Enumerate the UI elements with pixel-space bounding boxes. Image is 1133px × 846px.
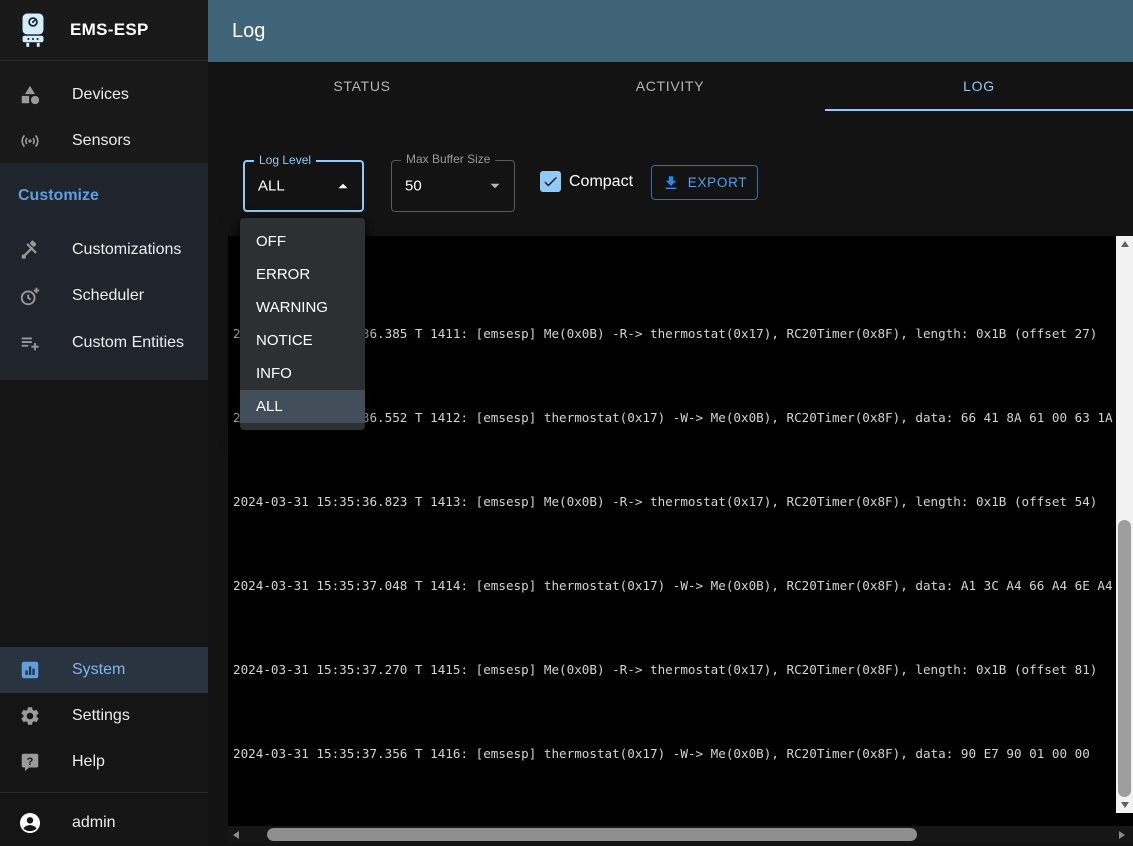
sidebar-item-label: Help [72, 753, 105, 771]
sidebar-item-custom-entities[interactable]: Custom Entities [0, 320, 208, 366]
main-content: STATUS ACTIVITY LOG Log Level ALL Max Bu… [208, 62, 1133, 846]
active-tab-indicator [825, 109, 1133, 111]
log-line: 2024-03-31 15:35:37.270 T 1415: [emsesp]… [233, 659, 1116, 680]
compact-checkbox[interactable] [540, 171, 561, 192]
log-line: 2024-03-31 15:35:37.356 T 1416: [emsesp]… [233, 743, 1116, 764]
sidebar-item-scheduler[interactable]: Scheduler [0, 273, 208, 319]
help-bubble-icon: ? [18, 750, 42, 774]
log-line: 2024-03-31 15:35:36.385 T 1411: [emsesp]… [233, 323, 1116, 344]
compact-checkbox-label[interactable]: Compact [569, 171, 633, 192]
export-button[interactable]: EXPORT [651, 165, 758, 200]
construction-icon [18, 238, 42, 262]
sidebar-item-label: Scheduler [72, 287, 144, 305]
sidebar-item-label: Devices [72, 86, 129, 104]
sidebar-item-label: Settings [72, 707, 130, 725]
gear-icon [18, 704, 42, 728]
scroll-down-arrow-icon[interactable] [1116, 797, 1133, 813]
horizontal-scrollbar-thumb[interactable] [267, 828, 917, 841]
horizontal-scrollbar[interactable] [228, 826, 1133, 843]
max-buffer-size-label: Max Buffer Size [401, 152, 495, 166]
log-output: 2024-03-31 15:35:36.385 T 1411: [emsesp]… [233, 239, 1116, 824]
boiler-icon [16, 12, 50, 49]
log-level-option[interactable]: INFO [240, 357, 365, 390]
log-level-option[interactable]: ERROR [240, 258, 365, 291]
sidebar-item-label: Sensors [72, 132, 131, 150]
ems-esp-app: EMS-ESP Devices Sensors [0, 0, 1133, 846]
sidebar-item-label: Customizations [72, 241, 181, 259]
scroll-right-arrow-icon[interactable] [1114, 826, 1130, 843]
analytics-icon [18, 658, 42, 682]
sidebar-item-label: System [72, 661, 125, 679]
log-level-option[interactable]: WARNING [240, 291, 365, 324]
caret-down-icon [484, 175, 506, 197]
log-line: 2024-03-31 15:35:37.048 T 1414: [emsesp]… [233, 575, 1116, 596]
app-name: EMS-ESP [70, 20, 149, 40]
tab-log[interactable]: LOG [825, 62, 1133, 110]
customize-section-title: Customize [18, 187, 99, 205]
log-level-option[interactable]: OFF [240, 225, 365, 258]
tab-label: LOG [963, 78, 995, 94]
svg-text:?: ? [27, 756, 34, 768]
sidebar-item-label: Custom Entities [72, 334, 184, 352]
tab-label: STATUS [333, 78, 390, 94]
log-line: 2024-03-31 15:35:36.552 T 1412: [emsesp]… [233, 407, 1116, 428]
tab-status[interactable]: STATUS [208, 62, 516, 110]
vertical-scrollbar-thumb[interactable] [1118, 520, 1131, 797]
sidebar-divider [0, 792, 208, 793]
log-line: 2024-03-31 15:35:36.823 T 1413: [emsesp]… [233, 491, 1116, 512]
sidebar: EMS-ESP Devices Sensors [0, 0, 208, 846]
vertical-scrollbar[interactable] [1116, 236, 1133, 813]
log-level-option[interactable]: ALL [240, 390, 365, 423]
sidebar-item-customizations[interactable]: Customizations [0, 227, 208, 273]
account-circle-icon [18, 811, 42, 835]
sidebar-item-settings[interactable]: Settings [0, 693, 208, 739]
tab-label: ACTIVITY [636, 78, 705, 94]
username-label: admin [72, 814, 116, 832]
scroll-up-arrow-icon[interactable] [1116, 236, 1133, 252]
log-level-option[interactable]: NOTICE [240, 324, 365, 357]
page-title: Log [232, 20, 265, 43]
sidebar-header: EMS-ESP [0, 0, 208, 61]
max-buffer-size-select[interactable]: Max Buffer Size 50 [391, 160, 515, 212]
log-level-value: ALL [258, 178, 285, 195]
sensors-icon [18, 129, 42, 153]
tab-activity[interactable]: ACTIVITY [516, 62, 824, 110]
caret-up-icon [332, 175, 354, 197]
checkmark-icon [542, 173, 559, 190]
scroll-left-arrow-icon[interactable] [228, 826, 244, 843]
sidebar-item-devices[interactable]: Devices [0, 72, 208, 118]
max-buffer-size-value: 50 [405, 178, 422, 195]
sidebar-item-admin[interactable]: admin [0, 800, 208, 846]
download-icon [662, 174, 680, 192]
app-bar: Log [208, 0, 1133, 62]
category-icon [18, 83, 42, 107]
log-level-label: Log Level [254, 153, 316, 167]
log-level-menu: OFF ERROR WARNING NOTICE INFO ALL [240, 218, 365, 430]
customize-section: Customize Customizations [0, 163, 208, 380]
playlist-add-icon [18, 331, 42, 355]
log-level-select[interactable]: Log Level ALL [243, 160, 364, 212]
more-time-icon [18, 284, 42, 308]
export-button-label: EXPORT [688, 175, 747, 190]
sidebar-item-sensors[interactable]: Sensors [0, 118, 208, 164]
sidebar-item-help[interactable]: ? Help [0, 739, 208, 785]
sidebar-item-system[interactable]: System [0, 647, 208, 693]
